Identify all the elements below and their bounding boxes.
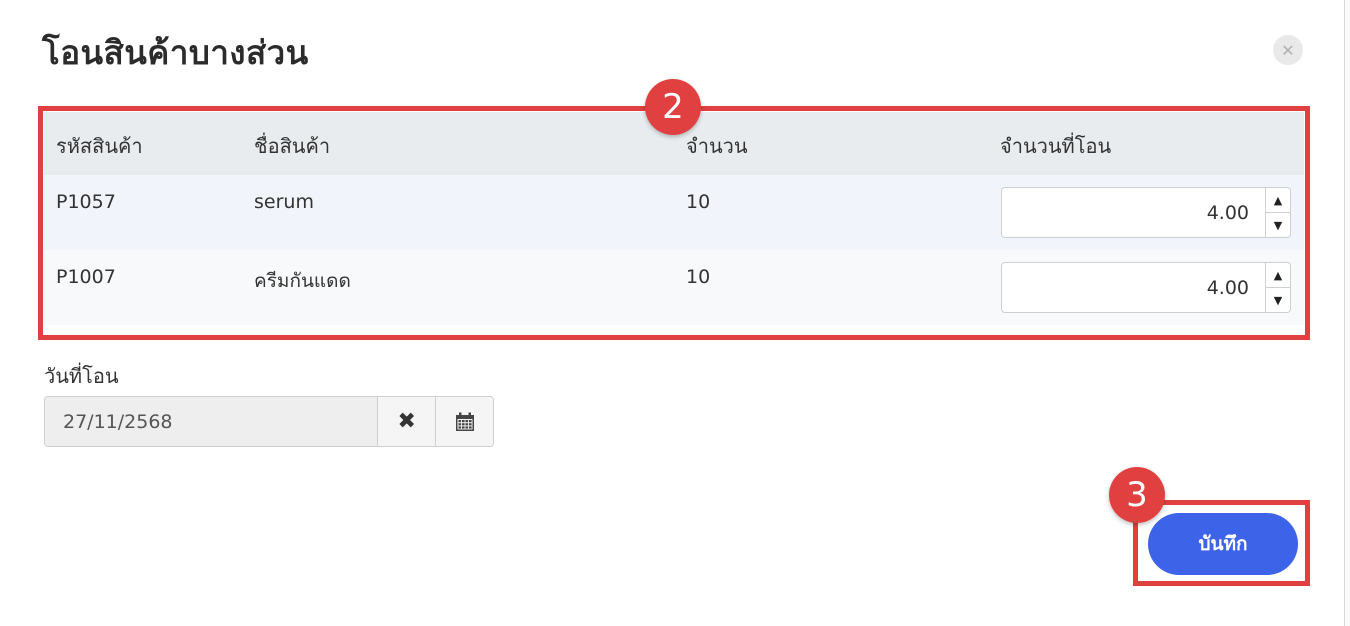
clear-date-button[interactable]: ✖ [377,397,436,446]
x-icon: ✖ [397,409,416,434]
calendar-icon [455,412,474,431]
transfer-date-input[interactable] [45,397,378,446]
scrollbar-edge [1344,0,1350,626]
close-icon: ✕ [1281,40,1295,60]
close-button[interactable]: ✕ [1273,35,1303,65]
step-badge-2: 2 [645,79,701,135]
step-badge-3: 3 [1109,467,1165,523]
transfer-date-label: วันที่โอน [44,364,119,388]
save-button[interactable]: บันทึก [1148,513,1298,575]
calendar-button[interactable] [435,397,493,446]
modal-title: โอนสินค้าบางส่วน [42,33,309,72]
transfer-date-picker: ✖ [44,396,494,447]
highlight-box-table [38,106,1310,340]
